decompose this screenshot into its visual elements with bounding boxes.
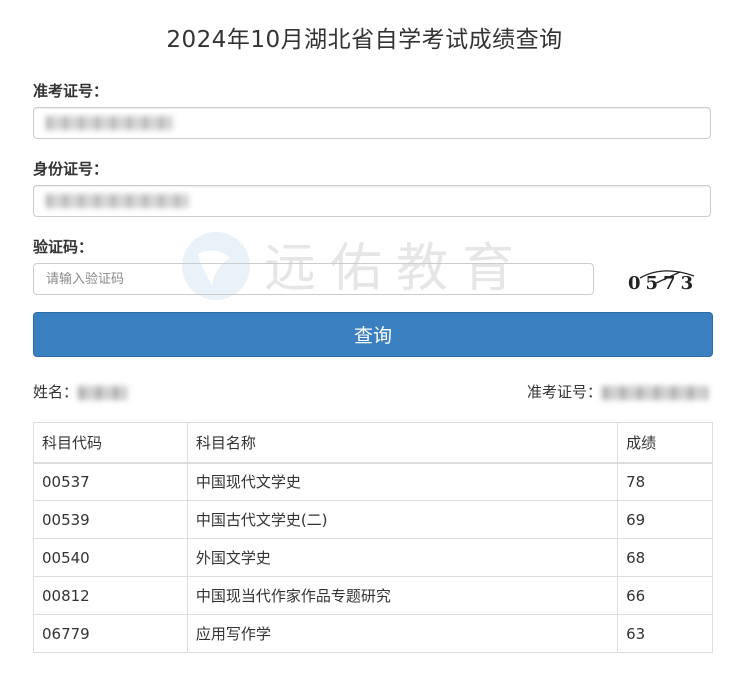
table-header-row: 科目代码 科目名称 成绩 — [33, 422, 713, 464]
student-name-info: 姓名： — [33, 381, 129, 402]
subject-code: 00537 — [33, 462, 188, 501]
score-query-page: 2024年10月湖北省自学考试成绩查询 准考证号： 身份证号： 验证码： 远佑教… — [0, 0, 729, 679]
exam-id-label: 准考证号： — [33, 82, 109, 100]
captcha-image[interactable]: 0573 — [624, 264, 706, 294]
table-row: 00537 中国现代文学史 78 — [33, 462, 713, 501]
subject-name: 外国文学史 — [186, 538, 619, 577]
captcha-code: 0573 — [628, 273, 698, 294]
result-exam-id-redacted — [602, 385, 709, 400]
exam-id-info: 准考证号： — [527, 381, 709, 402]
subject-name: 中国古代文学史(二) — [186, 500, 619, 539]
score-table: 科目代码 科目名称 成绩 00537 中国现代文学史 78 00539 中国古代… — [33, 422, 713, 653]
exam-id-input[interactable] — [33, 107, 711, 139]
subject-score: 63 — [617, 614, 713, 653]
query-button[interactable]: 查询 — [33, 312, 713, 357]
subject-code: 00812 — [33, 576, 188, 615]
subject-code: 00539 — [33, 500, 188, 539]
subject-score: 69 — [617, 500, 713, 539]
id-card-label: 身份证号： — [33, 160, 109, 178]
page-title: 2024年10月湖北省自学考试成绩查询 — [166, 27, 563, 53]
subject-name: 中国现代文学史 — [186, 462, 619, 501]
table-row: 06779 应用写作学 63 — [33, 614, 713, 653]
subject-code: 00540 — [33, 538, 188, 577]
student-name-label: 姓名： — [33, 383, 79, 401]
header-subject-name: 科目名称 — [186, 422, 619, 464]
table-row: 00540 外国文学史 68 — [33, 538, 713, 577]
student-name-redacted — [78, 385, 129, 400]
id-card-value-redacted — [46, 194, 190, 208]
captcha-input[interactable] — [33, 263, 594, 295]
id-card-input[interactable] — [33, 185, 711, 217]
header-score: 成绩 — [617, 422, 713, 464]
subject-score: 68 — [617, 538, 713, 577]
table-row: 00812 中国现当代作家作品专题研究 66 — [33, 576, 713, 615]
header-subject-code: 科目代码 — [33, 422, 188, 464]
subject-code: 06779 — [33, 614, 188, 653]
subject-name: 应用写作学 — [186, 614, 619, 653]
result-exam-id-label: 准考证号： — [527, 383, 603, 401]
table-row: 00539 中国古代文学史(二) 69 — [33, 500, 713, 539]
exam-id-value-redacted — [46, 116, 174, 130]
subject-name: 中国现当代作家作品专题研究 — [186, 576, 619, 615]
subject-score: 66 — [617, 576, 713, 615]
captcha-label: 验证码： — [33, 238, 94, 256]
subject-score: 78 — [617, 462, 713, 501]
